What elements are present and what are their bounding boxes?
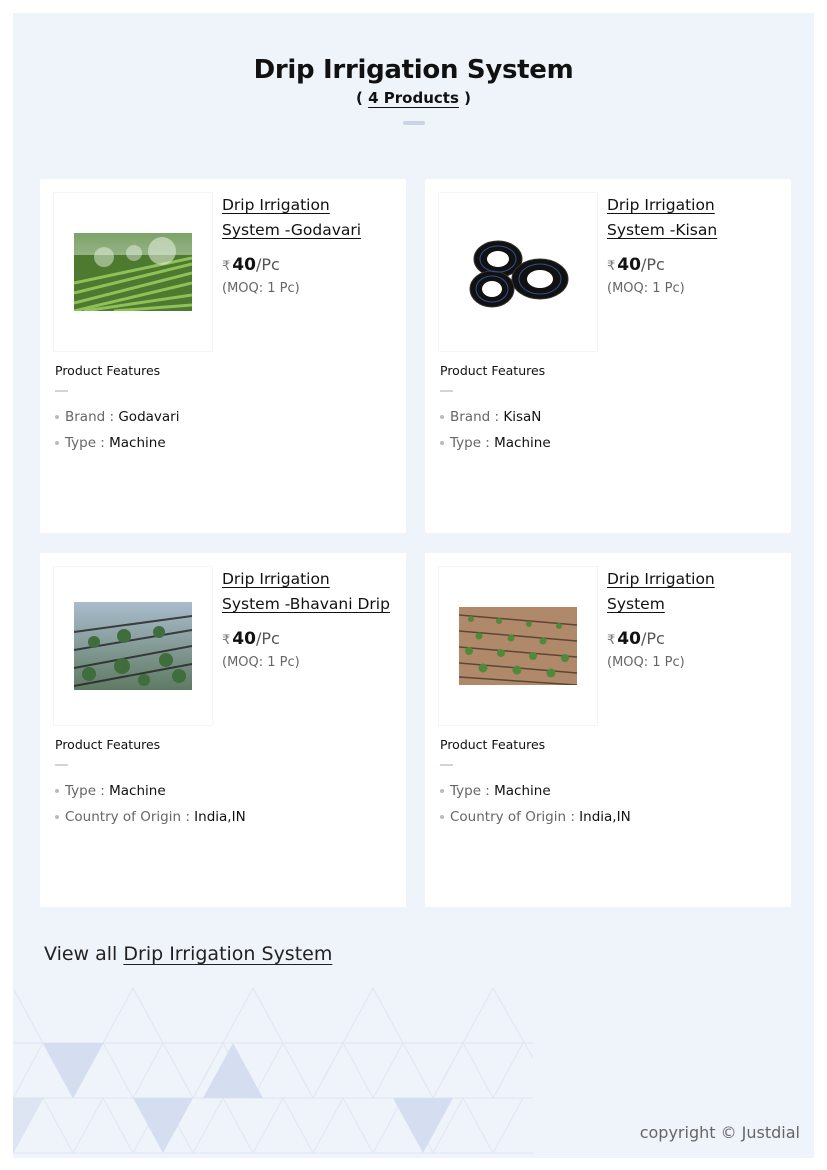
product-features: Product Features Brand : Godavari Type :… (55, 363, 395, 456)
feature-value: India,IN (194, 809, 246, 825)
feature-value: India,IN (579, 809, 631, 825)
features-title: Product Features (440, 363, 546, 378)
feature-label: Type : (450, 783, 495, 799)
product-info: Drip Irrigation System ₹40/Pc (MOQ: 1 Pc… (607, 567, 777, 670)
feature-row: Country of Origin : India,IN (440, 804, 780, 830)
price-amount: 40 (617, 255, 641, 275)
features-divider (440, 764, 453, 766)
price-amount: 40 (617, 629, 641, 649)
product-moq: (MOQ: 1 Pc) (607, 655, 685, 670)
title-divider (402, 121, 425, 125)
crop-rows-photo (74, 602, 192, 690)
copyright-text: copyright © Justdial (639, 1123, 800, 1142)
feature-value: Machine (109, 435, 166, 451)
product-card: Drip Irrigation System -Bhavani Drip ₹40… (40, 553, 406, 907)
bullet-icon (55, 815, 59, 819)
feature-label: Brand : (65, 409, 119, 425)
price-unit: /Pc (255, 629, 280, 648)
feature-label: Brand : (450, 409, 504, 425)
feature-label: Type : (450, 435, 495, 451)
product-info: Drip Irrigation System -Kisan ₹40/Pc (MO… (607, 193, 777, 296)
catalog-page: Drip Irrigation System ( 4 Products ) Dr… (13, 13, 814, 1158)
view-all-link[interactable]: Drip Irrigation System (123, 943, 332, 965)
field-sprinkler-photo (74, 233, 192, 311)
seedling-rows-photo (459, 607, 577, 685)
product-card: Drip Irrigation System -Godavari ₹40/Pc … (40, 179, 406, 533)
product-moq: (MOQ: 1 Pc) (607, 281, 685, 296)
product-image[interactable] (54, 193, 212, 351)
feature-value: Machine (494, 435, 551, 451)
product-count-link[interactable]: 4 Products (368, 89, 459, 107)
product-price: ₹40/Pc (222, 629, 392, 649)
price-unit: /Pc (255, 255, 280, 274)
bullet-icon (55, 789, 59, 793)
bullet-icon (440, 441, 444, 445)
product-features: Product Features Type : Machine Country … (440, 737, 780, 830)
product-card: Drip Irrigation System -Kisan ₹40/Pc (MO… (425, 179, 791, 533)
product-features: Product Features Type : Machine Country … (55, 737, 395, 830)
bullet-icon (55, 441, 59, 445)
rupee-icon: ₹ (607, 259, 616, 274)
feature-row: Brand : Godavari (55, 404, 395, 430)
feature-value: KisaN (503, 409, 542, 425)
feature-row: Type : Machine (440, 778, 780, 804)
feature-row: Type : Machine (55, 430, 395, 456)
price-amount: 40 (232, 629, 256, 649)
count-close-paren: ) (458, 89, 471, 107)
price-amount: 40 (232, 255, 256, 275)
product-moq: (MOQ: 1 Pc) (222, 655, 300, 670)
product-moq: (MOQ: 1 Pc) (222, 281, 300, 296)
product-image[interactable] (54, 567, 212, 725)
bullet-icon (55, 415, 59, 419)
rupee-icon: ₹ (222, 259, 231, 274)
feature-label: Country of Origin : (65, 809, 195, 825)
bullet-icon (440, 789, 444, 793)
product-features: Product Features Brand : KisaN Type : Ma… (440, 363, 780, 456)
features-divider (440, 390, 453, 392)
bullet-icon (440, 415, 444, 419)
view-all-row: View all Drip Irrigation System (44, 943, 332, 965)
product-name-link[interactable]: Drip Irrigation System (607, 567, 777, 617)
price-unit: /Pc (640, 255, 665, 274)
page-header: Drip Irrigation System ( 4 Products ) (13, 53, 814, 125)
triangle-pattern (13, 988, 533, 1155)
feature-value: Godavari (118, 409, 180, 425)
product-name-link[interactable]: Drip Irrigation System -Bhavani Drip (222, 567, 392, 617)
feature-row: Type : Machine (440, 430, 780, 456)
product-info: Drip Irrigation System -Bhavani Drip ₹40… (222, 567, 392, 670)
features-divider (55, 764, 68, 766)
product-image[interactable] (439, 567, 597, 725)
features-divider (55, 390, 68, 392)
view-all-prefix: View all (44, 943, 124, 965)
features-title: Product Features (440, 737, 546, 752)
product-price: ₹40/Pc (222, 255, 392, 275)
feature-label: Type : (65, 783, 110, 799)
product-price: ₹40/Pc (607, 255, 777, 275)
features-title: Product Features (55, 363, 161, 378)
feature-value: Machine (494, 783, 551, 799)
product-name-link[interactable]: Drip Irrigation System -Godavari (222, 193, 392, 243)
product-info: Drip Irrigation System -Godavari ₹40/Pc … (222, 193, 392, 296)
product-name-link[interactable]: Drip Irrigation System -Kisan (607, 193, 777, 243)
price-unit: /Pc (640, 629, 665, 648)
feature-label: Type : (65, 435, 110, 451)
product-price: ₹40/Pc (607, 629, 777, 649)
rupee-icon: ₹ (222, 633, 231, 648)
page-title: Drip Irrigation System (253, 55, 574, 85)
rupee-icon: ₹ (607, 633, 616, 648)
bullet-icon (440, 815, 444, 819)
feature-row: Country of Origin : India,IN (55, 804, 395, 830)
pipe-coils-photo (462, 229, 574, 315)
product-count: ( 4 Products ) (13, 89, 814, 107)
feature-row: Brand : KisaN (440, 404, 780, 430)
count-open-paren: ( (356, 89, 369, 107)
feature-row: Type : Machine (55, 778, 395, 804)
product-image[interactable] (439, 193, 597, 351)
feature-label: Country of Origin : (450, 809, 580, 825)
feature-value: Machine (109, 783, 166, 799)
product-card: Drip Irrigation System ₹40/Pc (MOQ: 1 Pc… (425, 553, 791, 907)
features-title: Product Features (55, 737, 161, 752)
